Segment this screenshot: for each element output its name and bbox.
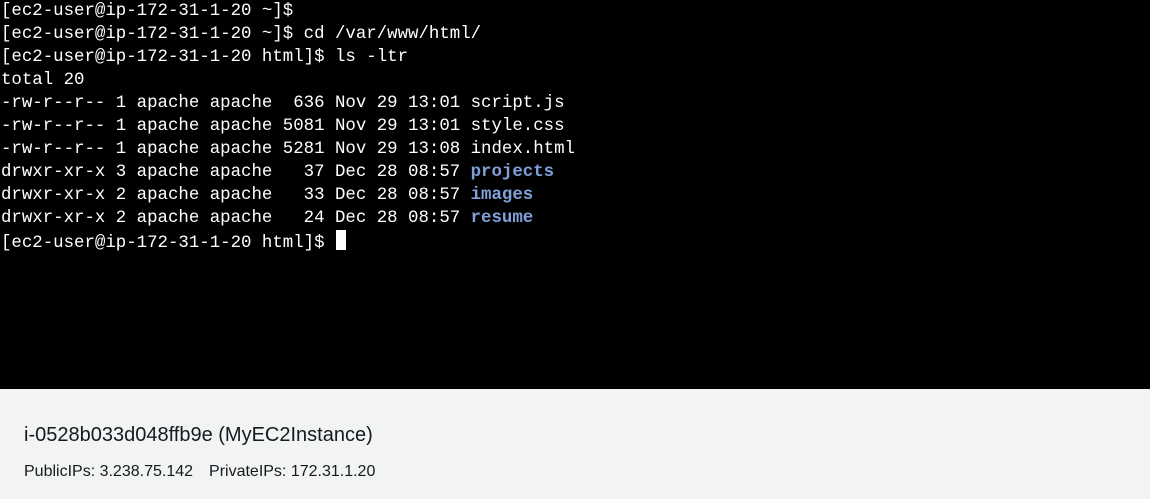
terminal-line: drwxr-xr-x 2 apache apache 24 Dec 28 08:… bbox=[1, 207, 533, 230]
terminal-line-text: [ec2-user@ip-172-31-1-20 ~]$ bbox=[1, 2, 294, 21]
terminal-line-text: drwxr-xr-x 3 apache apache 37 Dec 28 08:… bbox=[1, 163, 471, 182]
terminal-line-text: total 20 bbox=[1, 71, 85, 90]
terminal-line-text: [ec2-user@ip-172-31-1-20 html]$ bbox=[1, 234, 335, 253]
directory-name: projects bbox=[470, 163, 555, 182]
instance-title: i-0528b033d048ffb9e (MyEC2Instance) bbox=[24, 424, 373, 446]
directory-name: images bbox=[470, 186, 534, 205]
terminal-line-text: drwxr-xr-x 2 apache apache 33 Dec 28 08:… bbox=[1, 186, 471, 205]
terminal-line: -rw-r--r-- 1 apache apache 5081 Nov 29 1… bbox=[1, 115, 565, 138]
terminal-line-text: -rw-r--r-- 1 apache apache 636 Nov 29 13… bbox=[1, 94, 471, 113]
file-name: index.html bbox=[470, 140, 575, 159]
directory-name: resume bbox=[470, 209, 534, 228]
terminal-line: [ec2-user@ip-172-31-1-20 ~]$ cd /var/www… bbox=[1, 23, 481, 46]
terminal-line-text: -rw-r--r-- 1 apache apache 5281 Nov 29 1… bbox=[1, 140, 471, 159]
instance-info-bar: i-0528b033d048ffb9e (MyEC2Instance) Publ… bbox=[0, 389, 1150, 499]
instance-ip-addresses: PublicIPs: 3.238.75.142 PrivateIPs: 172.3… bbox=[24, 462, 375, 482]
terminal-line-text: [ec2-user@ip-172-31-1-20 html]$ ls -ltr bbox=[1, 48, 409, 67]
private-ips: PrivateIPs: 172.31.1.20 bbox=[209, 463, 376, 480]
ec2-instance-connect-window: [ec2-user@ip-172-31-1-20 ~]$ [ec2-user@ip… bbox=[0, 0, 1150, 499]
terminal-line-text: drwxr-xr-x 2 apache apache 24 Dec 28 08:… bbox=[1, 209, 471, 228]
terminal-cursor bbox=[335, 230, 346, 250]
terminal-line: -rw-r--r-- 1 apache apache 5281 Nov 29 1… bbox=[1, 138, 575, 161]
terminal-output[interactable]: [ec2-user@ip-172-31-1-20 ~]$ [ec2-user@ip… bbox=[0, 0, 1150, 389]
terminal-line: [ec2-user@ip-172-31-1-20 html]$ ls -ltr bbox=[1, 46, 408, 69]
terminal-line: total 20 bbox=[1, 69, 85, 92]
file-name: style.css bbox=[470, 117, 565, 136]
file-name: script.js bbox=[470, 94, 565, 113]
terminal-line: drwxr-xr-x 3 apache apache 37 Dec 28 08:… bbox=[1, 161, 554, 184]
terminal-line-text: [ec2-user@ip-172-31-1-20 ~]$ cd /var/www… bbox=[1, 25, 482, 44]
terminal-line: -rw-r--r-- 1 apache apache 636 Nov 29 13… bbox=[1, 92, 565, 115]
terminal-line: drwxr-xr-x 2 apache apache 33 Dec 28 08:… bbox=[1, 184, 533, 207]
terminal-line: [ec2-user@ip-172-31-1-20 html]$ bbox=[1, 230, 346, 253]
public-ips: PublicIPs: 3.238.75.142 bbox=[24, 463, 194, 480]
terminal-line: [ec2-user@ip-172-31-1-20 ~]$ bbox=[1, 0, 293, 23]
terminal-line-text: -rw-r--r-- 1 apache apache 5081 Nov 29 1… bbox=[1, 117, 471, 136]
